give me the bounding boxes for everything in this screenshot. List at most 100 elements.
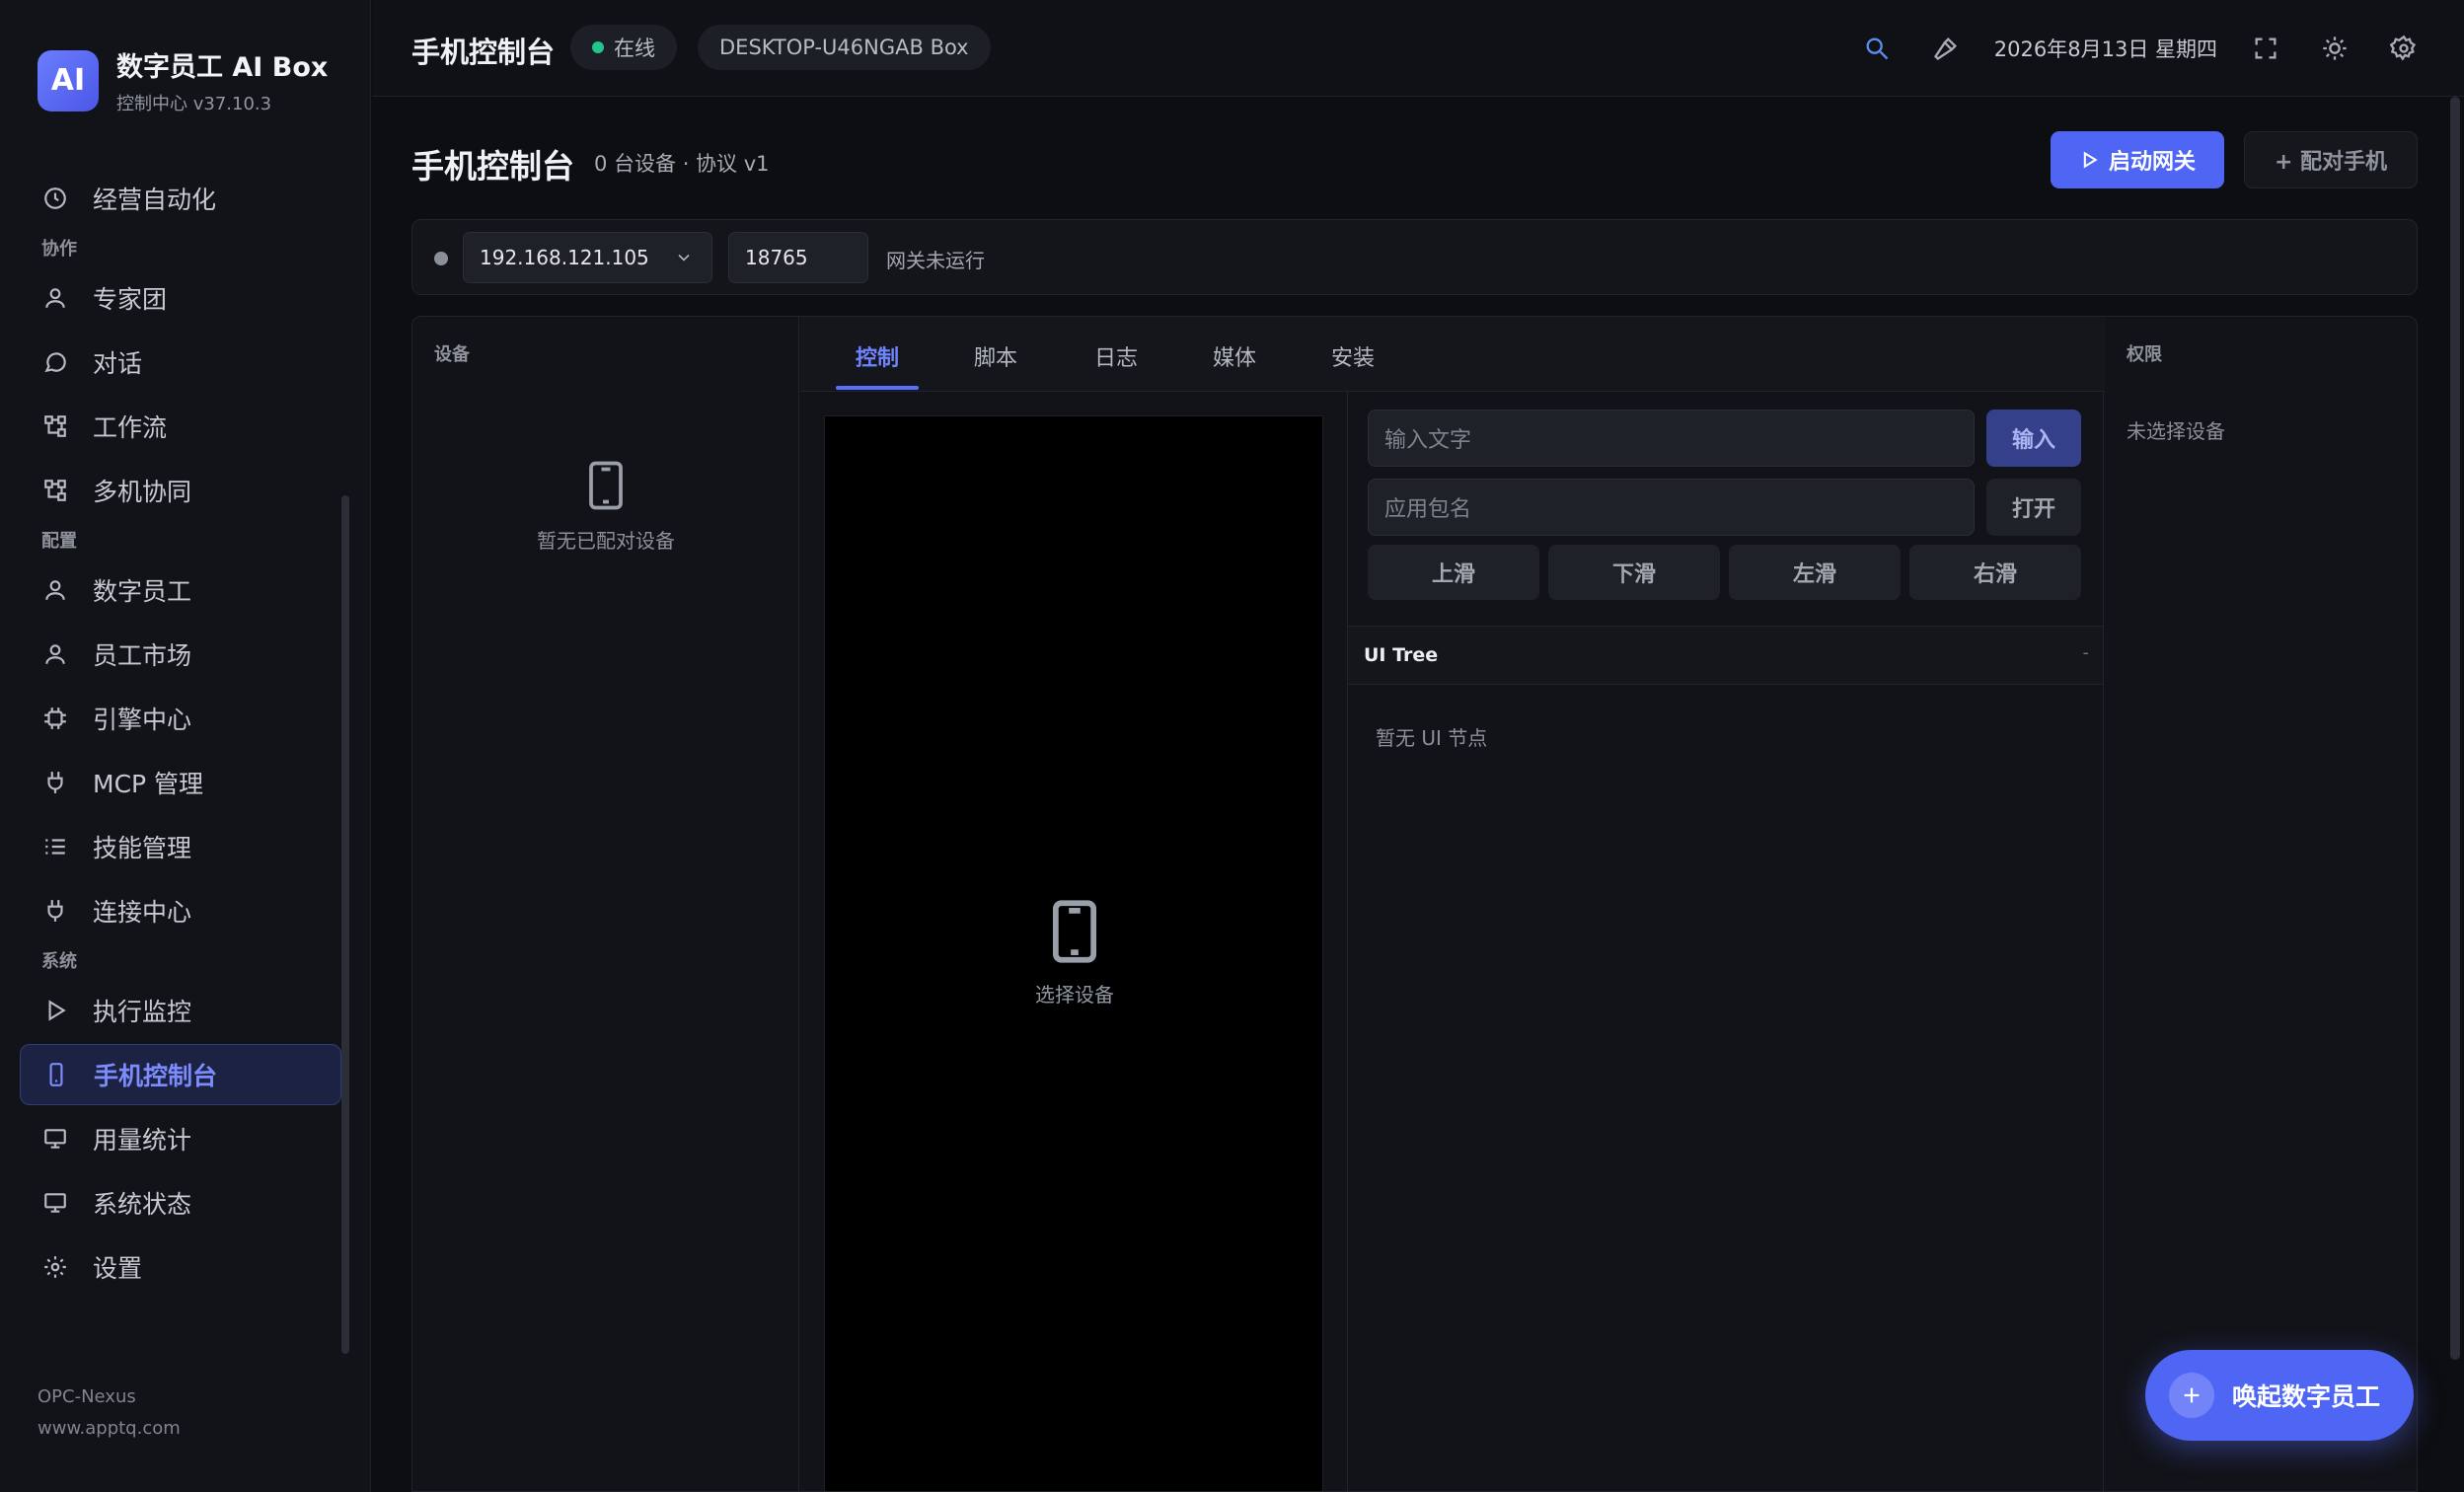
chip-icon xyxy=(41,705,69,732)
ui-tree-collapse[interactable]: - xyxy=(2083,642,2090,663)
sidebar-item-business-automation[interactable]: 经营自动化 xyxy=(20,168,341,229)
user-icon xyxy=(41,576,69,604)
gateway-bar: 192.168.121.105 18765 网关未运行 xyxy=(411,219,2418,295)
topbar-title: 手机控制台 xyxy=(411,36,556,69)
footer-url[interactable]: www.apptq.com xyxy=(37,1413,181,1445)
gateway-ip-select[interactable]: 192.168.121.105 xyxy=(463,232,712,283)
sidebar-item-system-status[interactable]: 系统状态 xyxy=(20,1172,341,1233)
monitor-icon xyxy=(41,1125,69,1153)
sidebar-item-label: 对话 xyxy=(93,349,143,378)
nav-section-label: 协作 xyxy=(41,239,77,260)
fullscreen-icon[interactable] xyxy=(2245,28,2286,69)
tab-logs[interactable]: 日志 xyxy=(1094,340,1138,372)
phone-icon xyxy=(589,461,623,510)
topbar-actions: 2026年8月13日 星期四 xyxy=(1829,28,2425,69)
sidebar-item-staff-market[interactable]: 员工市场 xyxy=(20,624,341,685)
sidebar-item-settings[interactable]: 设置 xyxy=(20,1236,341,1298)
brand[interactable]: AI 数字员工 AI Box 控制中心 v37.10.3 xyxy=(37,45,328,115)
sidebar-item-label: 设置 xyxy=(93,1254,143,1283)
sun-icon[interactable] xyxy=(2314,28,2355,69)
user-icon xyxy=(41,284,69,312)
monitor-icon xyxy=(41,1189,69,1217)
sidebar-item-label: 数字员工 xyxy=(93,577,192,606)
sidebar-item-expert-team[interactable]: 专家团 xyxy=(20,267,341,329)
package-input[interactable]: 应用包名 xyxy=(1368,479,1975,536)
ui-tree-empty: 暂无 UI 节点 xyxy=(1376,726,1488,750)
center-area: 控制 脚本 日志 媒体 安装 选择设备 输入文字 输入 应用包名 打开 上滑 下… xyxy=(800,317,2417,1491)
footer-org: OPC-Nexus xyxy=(37,1386,136,1407)
list-icon xyxy=(41,833,69,860)
start-gateway-button[interactable]: 启动网关 xyxy=(2051,131,2224,188)
search-icon[interactable] xyxy=(1856,28,1898,69)
phone-icon xyxy=(42,1061,70,1088)
start-gateway-label: 启动网关 xyxy=(2108,150,2196,175)
chevron-down-icon xyxy=(678,254,690,261)
sidebar-item-label: 多机协同 xyxy=(93,478,192,506)
current-date: 2026年8月13日 星期四 xyxy=(1993,37,2217,61)
sidebar-item-engine-center[interactable]: 引擎中心 xyxy=(20,688,341,749)
clock-icon xyxy=(41,185,69,212)
tab-media[interactable]: 媒体 xyxy=(1213,340,1256,372)
sidebar-item-connections[interactable]: 连接中心 xyxy=(20,880,341,941)
sidebar-item-multi-device[interactable]: 多机协同 xyxy=(20,460,341,521)
swipe-left-button[interactable]: 左滑 xyxy=(1729,545,1901,600)
swipe-up-button[interactable]: 上滑 xyxy=(1368,545,1539,600)
summon-staff-button[interactable]: 唤起数字员工 xyxy=(2145,1350,2414,1441)
swipe-down-button[interactable]: 下滑 xyxy=(1548,545,1720,600)
permission-panel: 权限 未选择设备 xyxy=(2105,317,2414,1491)
nav-section-label: 系统 xyxy=(41,951,77,972)
brand-title: 数字员工 AI Box xyxy=(116,52,329,83)
sidebar-item-label: 执行监控 xyxy=(93,998,192,1026)
brand-subtitle: 控制中心 v37.10.3 xyxy=(116,94,272,114)
sidebar-item-phone-console[interactable]: 手机控制台 xyxy=(20,1044,341,1105)
swipe-right-button[interactable]: 右滑 xyxy=(1909,545,2081,600)
sidebar-nav: 经营自动化 协作 专家团 对话 工作流 多机协同 配置 数字员工 员工市场 引擎… xyxy=(20,168,341,1301)
workflow-icon xyxy=(41,412,69,440)
gear-icon[interactable] xyxy=(2383,28,2425,69)
screen-empty-text: 选择设备 xyxy=(1035,983,1114,1007)
sidebar-footer: OPC-Nexus www.apptq.com xyxy=(37,1381,181,1445)
gateway-port-input[interactable]: 18765 xyxy=(728,232,868,283)
device-screen[interactable]: 选择设备 xyxy=(824,415,1324,1491)
user-icon xyxy=(41,640,69,668)
sidebar-item-digital-staff[interactable]: 数字员工 xyxy=(20,560,341,621)
gateway-status-text: 网关未运行 xyxy=(886,249,985,272)
status-text: 在线 xyxy=(614,37,655,60)
sidebar-item-mcp[interactable]: MCP 管理 xyxy=(20,752,341,813)
input-button[interactable]: 输入 xyxy=(1986,410,2081,467)
device-empty-text: 暂无已配对设备 xyxy=(537,529,675,553)
device-panel: 设备 暂无已配对设备 xyxy=(412,317,799,1491)
page-scrollbar[interactable] xyxy=(2450,97,2460,1360)
sidebar-item-execution-monitor[interactable]: 执行监控 xyxy=(20,980,341,1041)
permission-empty-text: 未选择设备 xyxy=(2127,419,2225,443)
tab-install[interactable]: 安装 xyxy=(1331,340,1375,372)
host-badge: DESKTOP-U46NGAB Box xyxy=(698,25,991,70)
console-tabs: 控制 脚本 日志 媒体 安装 xyxy=(800,317,2118,392)
text-input[interactable]: 输入文字 xyxy=(1368,410,1975,467)
hammer-icon[interactable] xyxy=(1925,28,1967,69)
chat-bubble-icon xyxy=(41,348,69,376)
workflow-icon xyxy=(41,477,69,504)
screen-empty-state: 选择设备 xyxy=(825,898,1324,1007)
pair-phone-button[interactable]: + 配对手机 xyxy=(2244,131,2418,188)
page-meta: 0 台设备 · 协议 v1 xyxy=(594,152,770,176)
sidebar-item-chat[interactable]: 对话 xyxy=(20,332,341,393)
open-button[interactable]: 打开 xyxy=(1986,479,2081,536)
active-tab-indicator xyxy=(836,386,919,390)
tab-control[interactable]: 控制 xyxy=(856,340,899,372)
sidebar-item-label: 引擎中心 xyxy=(93,706,192,734)
sidebar-item-label: 系统状态 xyxy=(93,1190,192,1219)
control-panel: 输入文字 输入 应用包名 打开 上滑 下滑 左滑 右滑 UI Tree - 暂无… xyxy=(1347,392,2104,1491)
gateway-ip-value: 192.168.121.105 xyxy=(480,246,649,269)
sidebar-item-label: 经营自动化 xyxy=(93,186,217,214)
ui-tree-header[interactable]: UI Tree - xyxy=(1348,626,2103,685)
sidebar-scrollbar[interactable] xyxy=(341,495,349,1354)
sidebar-item-workflow[interactable]: 工作流 xyxy=(20,396,341,457)
topbar: 手机控制台 在线 DESKTOP-U46NGAB Box 2026年8月13日 … xyxy=(372,0,2464,97)
sidebar-item-usage-stats[interactable]: 用量统计 xyxy=(20,1108,341,1169)
permission-panel-header: 权限 xyxy=(2127,344,2162,365)
sidebar-item-skills[interactable]: 技能管理 xyxy=(20,816,341,877)
sidebar-item-label: 用量统计 xyxy=(93,1126,192,1155)
nav-section-label: 配置 xyxy=(41,531,77,552)
tab-script[interactable]: 脚本 xyxy=(974,340,1017,372)
